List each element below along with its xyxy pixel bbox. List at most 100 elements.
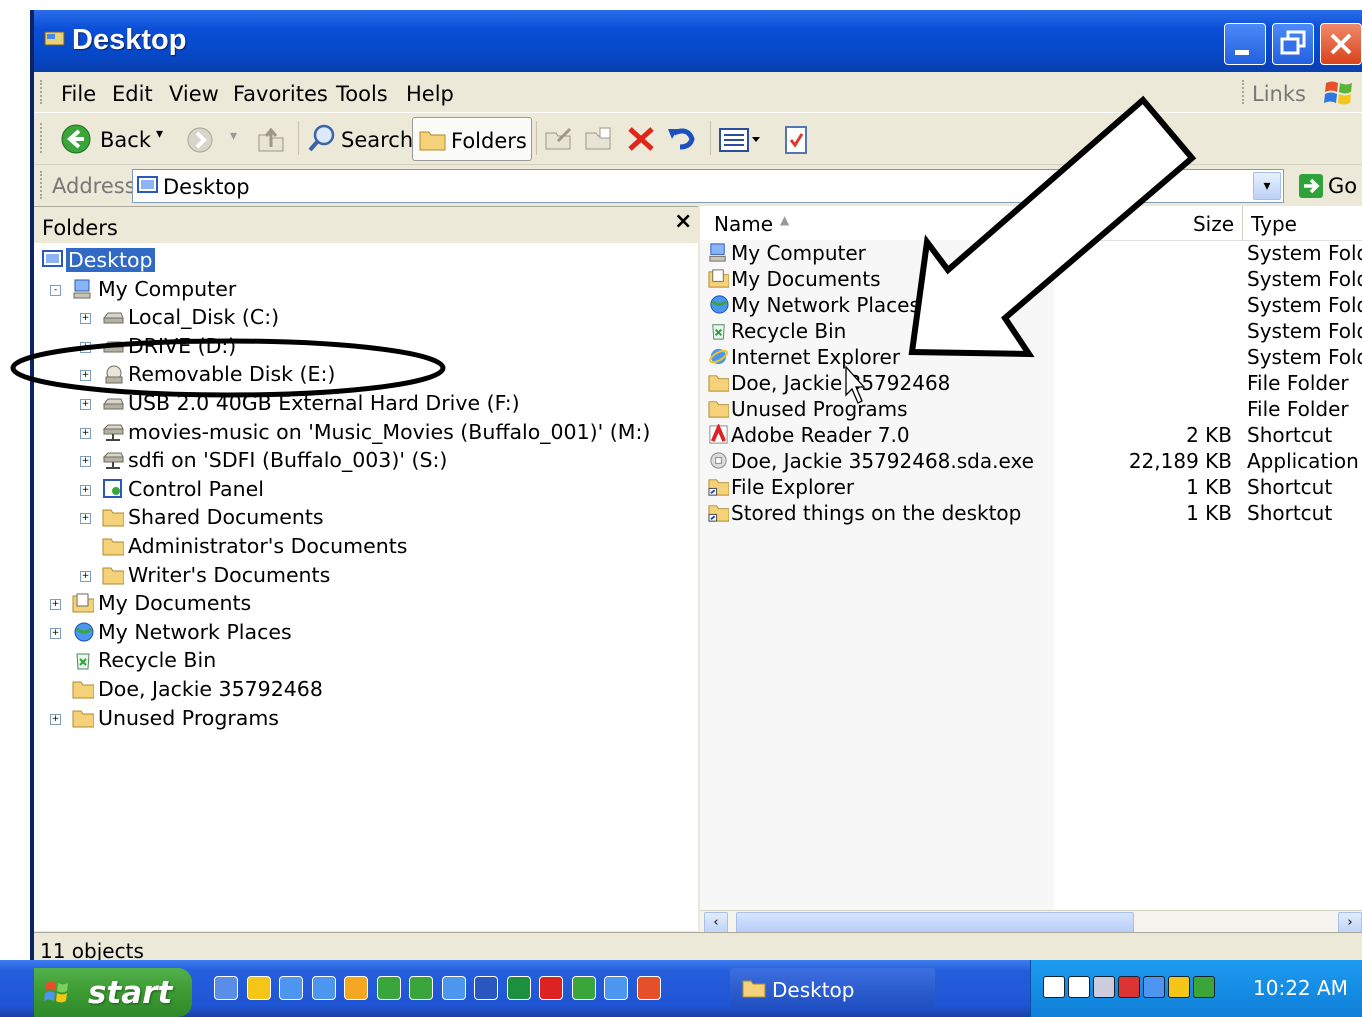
- scrollbar-thumb[interactable]: [736, 912, 1134, 934]
- links-label[interactable]: Links: [1252, 82, 1306, 106]
- search-button[interactable]: Search: [306, 123, 413, 155]
- taskbar-button-desktop[interactable]: Desktop: [730, 968, 935, 1008]
- quick-launch-icon[interactable]: [604, 976, 628, 1000]
- quick-launch-icon[interactable]: [441, 976, 466, 1000]
- tray-icons: [1043, 976, 1233, 1002]
- file-row[interactable]: Doe, Jackie 35792468 File Folder: [700, 371, 1362, 397]
- scroll-right-icon[interactable]: ›: [1338, 912, 1362, 934]
- file-row[interactable]: Stored things on the desktop 1 KB Shortcut: [700, 501, 1362, 527]
- menu-bar: File Edit View Favorites Tools Help Link…: [34, 72, 1362, 112]
- tree-item-label: sdfi on 'SDFI (Buffalo_003)' (S:): [128, 448, 448, 473]
- address-dropdown-icon[interactable]: ▾: [1253, 172, 1281, 200]
- file-row[interactable]: Doe, Jackie 35792468.sda.exe 22,189 KB App…: [700, 449, 1362, 475]
- file-row[interactable]: Internet Explorer System Folder: [700, 345, 1362, 371]
- expand-icon[interactable]: +: [80, 427, 91, 439]
- drive-icon: [102, 306, 124, 328]
- links-grip[interactable]: [1242, 80, 1247, 104]
- menu-help[interactable]: Help: [406, 82, 454, 106]
- taskbar: start Desktop 10:22 AM: [0, 960, 1362, 1017]
- quick-launch-icon[interactable]: [214, 976, 238, 1000]
- quick-launch-icon[interactable]: [571, 976, 596, 1000]
- copy-to-icon[interactable]: [584, 125, 616, 153]
- views-icon[interactable]: [718, 127, 764, 153]
- recycle-bin-icon: [708, 320, 729, 341]
- move-to-icon[interactable]: [544, 125, 576, 153]
- collapse-icon[interactable]: -: [50, 284, 61, 296]
- menu-favorites[interactable]: Favorites: [233, 82, 328, 106]
- quick-launch-icon[interactable]: [539, 976, 563, 1000]
- folders-button[interactable]: Folders: [412, 117, 532, 161]
- close-pane-icon[interactable]: ×: [674, 209, 692, 234]
- quick-launch-icon[interactable]: [376, 976, 401, 1000]
- restore-button[interactable]: [1272, 23, 1314, 65]
- file-row[interactable]: My Computer System Folder: [700, 241, 1362, 267]
- address-grip[interactable]: [40, 171, 45, 199]
- expand-icon[interactable]: +: [80, 513, 91, 525]
- up-folder-icon[interactable]: [256, 125, 286, 153]
- expand-icon[interactable]: +: [50, 713, 61, 725]
- shortcut-folder-icon: [708, 476, 729, 497]
- quick-launch-icon[interactable]: [636, 976, 661, 1000]
- folder-icon: [708, 398, 729, 419]
- menu-grip[interactable]: [40, 80, 45, 104]
- clock[interactable]: 10:22 AM: [1253, 976, 1348, 1000]
- menu-view[interactable]: View: [169, 82, 219, 106]
- quick-launch-icon[interactable]: [311, 976, 336, 1000]
- file-row[interactable]: Unused Programs File Folder: [700, 397, 1362, 423]
- close-button[interactable]: [1320, 23, 1362, 65]
- desktop-icon: [137, 176, 158, 193]
- expand-icon[interactable]: +: [80, 370, 91, 382]
- tray-icon[interactable]: [1118, 976, 1140, 998]
- tray-icon[interactable]: [1168, 976, 1190, 998]
- column-name[interactable]: Name ▲: [700, 206, 1122, 241]
- quick-launch-icon[interactable]: [344, 976, 368, 1000]
- minimize-button[interactable]: [1224, 23, 1266, 65]
- properties-icon[interactable]: [782, 125, 810, 155]
- tray-icon[interactable]: [1068, 976, 1090, 998]
- address-field[interactable]: Desktop ▾: [132, 169, 1284, 203]
- folder-icon: [72, 678, 94, 700]
- menu-edit[interactable]: Edit: [112, 82, 153, 106]
- file-row[interactable]: File Explorer 1 KB Shortcut: [700, 475, 1362, 501]
- expand-icon[interactable]: +: [50, 599, 61, 611]
- tree-item-label: Control Panel: [128, 476, 264, 501]
- tray-icon[interactable]: [1143, 976, 1165, 998]
- expand-icon[interactable]: +: [80, 456, 91, 468]
- file-row[interactable]: My Network Places System Folder: [700, 293, 1362, 319]
- start-button[interactable]: start: [34, 968, 192, 1017]
- quick-launch-icon[interactable]: [246, 976, 271, 1000]
- menu-tools[interactable]: Tools: [336, 82, 388, 106]
- tree-item-label: Shared Documents: [128, 505, 324, 530]
- tray-icon[interactable]: [1093, 976, 1115, 998]
- quick-launch-icon[interactable]: [474, 976, 498, 1000]
- file-name: File Explorer: [731, 475, 855, 499]
- menu-file[interactable]: File: [61, 82, 96, 106]
- expand-icon[interactable]: +: [50, 627, 61, 639]
- column-type[interactable]: Type: [1243, 206, 1362, 241]
- file-row[interactable]: My Documents System Folder: [700, 267, 1362, 293]
- back-dropdown-icon[interactable]: ▾: [156, 126, 163, 142]
- expand-icon[interactable]: +: [80, 399, 91, 410]
- go-button[interactable]: Go: [1296, 170, 1358, 202]
- title-bar[interactable]: Desktop: [34, 10, 1362, 72]
- tray-icon[interactable]: [1193, 976, 1215, 998]
- toolbar-grip[interactable]: [40, 123, 45, 153]
- expand-icon[interactable]: +: [80, 313, 91, 325]
- tray-icon[interactable]: [1043, 976, 1065, 998]
- horizontal-scrollbar[interactable]: ‹ ›: [700, 910, 1362, 934]
- undo-icon[interactable]: [666, 125, 698, 153]
- expand-icon[interactable]: +: [80, 341, 91, 353]
- expand-icon[interactable]: +: [80, 570, 91, 582]
- scroll-left-icon[interactable]: ‹: [704, 912, 728, 934]
- quick-launch-icon[interactable]: [279, 976, 303, 1000]
- search-icon: [308, 124, 335, 152]
- quick-launch-icon[interactable]: [506, 976, 531, 1000]
- column-size[interactable]: Size: [1122, 206, 1243, 241]
- file-row[interactable]: Adobe Reader 7.0 2 KB Shortcut: [700, 423, 1362, 449]
- quick-launch-icon[interactable]: [409, 976, 433, 1000]
- forward-arrow-icon[interactable]: [186, 126, 214, 154]
- expand-icon[interactable]: +: [80, 484, 91, 496]
- delete-icon[interactable]: [626, 125, 656, 153]
- file-row[interactable]: Recycle Bin System Folder: [700, 319, 1362, 345]
- forward-dropdown-icon[interactable]: ▾: [230, 128, 237, 144]
